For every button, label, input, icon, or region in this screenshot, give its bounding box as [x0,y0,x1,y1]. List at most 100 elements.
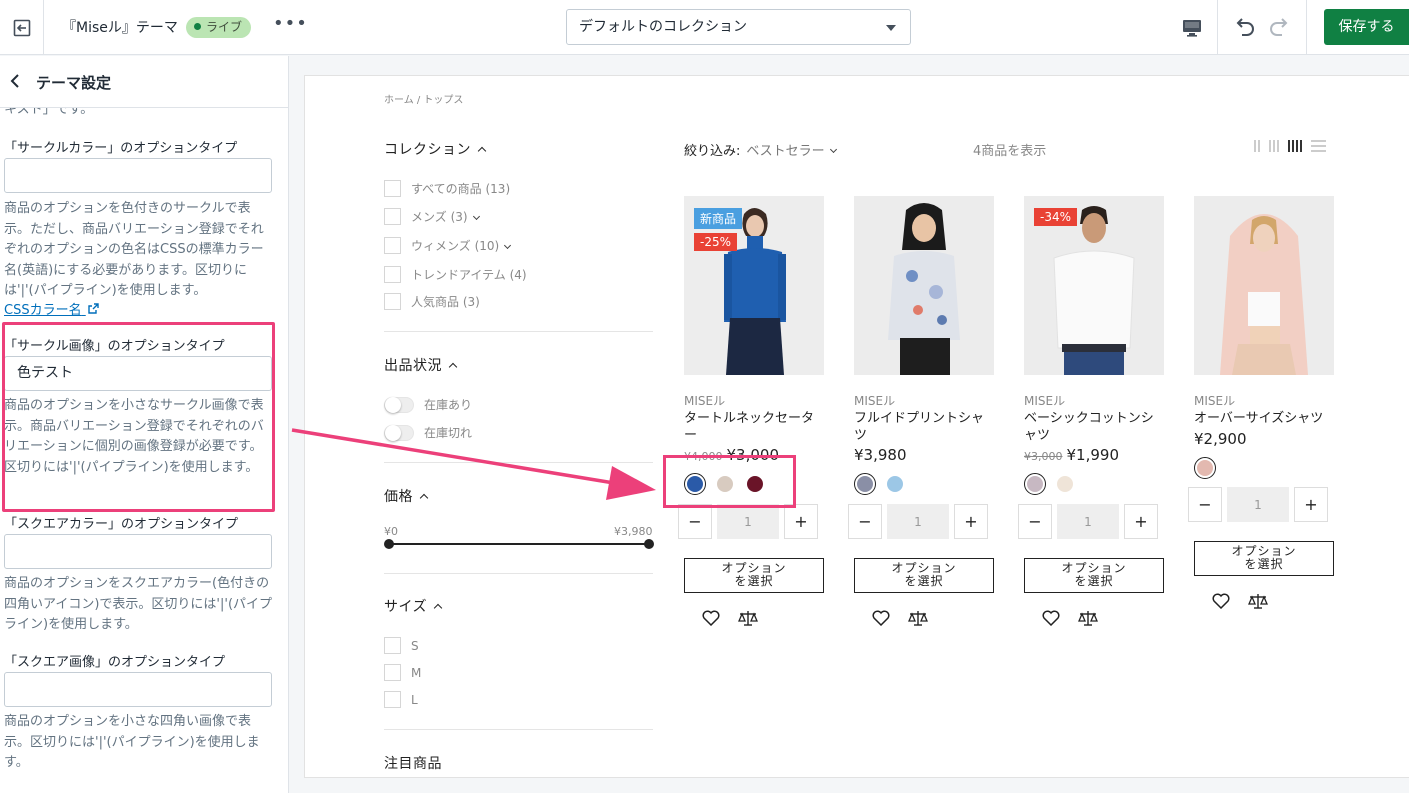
toggle-knob [385,424,401,441]
product-image[interactable]: -34% [1024,196,1164,375]
quantity-plus-button[interactable]: + [784,504,818,539]
chevron-down-icon[interactable] [504,241,512,250]
checkbox[interactable] [384,293,401,310]
filter-item-label: メンズ (3) [411,210,468,224]
checkbox[interactable] [384,266,401,283]
product-title[interactable]: タートルネックセーター [684,410,824,444]
product-title[interactable]: ベーシックコットンシャツ [1024,410,1164,444]
filter-size-item[interactable]: S [384,637,419,654]
wishlist-heart-icon[interactable] [1042,610,1060,626]
checkbox[interactable] [384,664,401,681]
undo-button[interactable] [1230,14,1258,42]
product-image[interactable]: 新商品 -25% [684,196,824,375]
list-view-icon[interactable] [1311,140,1326,152]
filter-collection-toggle[interactable]: コレクション [384,139,487,159]
compare-scale-icon[interactable] [1078,610,1098,626]
filter-collection-item[interactable]: ウィメンズ (10) [384,237,512,254]
filter-size-item[interactable]: M [384,664,421,681]
css-color-names-link[interactable]: CSSカラー名 [4,299,99,318]
out-of-stock-toggle-row[interactable]: 在庫切れ [384,424,472,441]
filter-collection-item[interactable]: メンズ (3) [384,208,480,225]
variant-swatch[interactable] [1054,473,1076,495]
select-options-button[interactable]: オプション を選択 [1024,558,1164,593]
grid-3-icon[interactable] [1269,140,1279,152]
compare-scale-icon[interactable] [738,610,758,626]
grid-2-icon[interactable] [1254,140,1260,152]
variant-swatch[interactable] [1024,473,1046,495]
filter-size-toggle[interactable]: サイズ [384,596,443,616]
variant-swatch[interactable] [884,473,906,495]
more-actions-button[interactable]: ••• [273,13,308,34]
filter-collection-item[interactable]: トレンドアイテム (4) [384,266,527,283]
variant-swatch[interactable] [854,473,876,495]
chevron-down-icon[interactable] [472,212,480,221]
back-chevron-icon[interactable] [8,72,24,90]
quantity-input[interactable]: 1 [717,504,779,539]
sort-dropdown[interactable]: 絞り込み: ベストセラー [684,140,837,159]
checkbox[interactable] [384,208,401,225]
theme-name: 『Miseル』テーマ [62,20,178,36]
collection-select[interactable]: デフォルトのコレクション [566,9,911,45]
select-options-button[interactable]: オプション を選択 [854,558,994,593]
product-title[interactable]: フルイドプリントシャツ [854,410,994,444]
filter-collection-item[interactable]: 人気商品 (3) [384,293,480,310]
wishlist-heart-icon[interactable] [872,610,890,626]
redo-button[interactable] [1266,14,1294,42]
checkbox[interactable] [384,237,401,254]
circle-color-input[interactable] [4,158,272,193]
product-image[interactable] [854,196,994,375]
compare-scale-icon[interactable] [908,610,928,626]
product-image[interactable] [1194,196,1334,375]
in-stock-toggle-row[interactable]: 在庫あり [384,396,472,413]
quantity-plus-button[interactable]: + [1124,504,1158,539]
quantity-minus-button[interactable]: − [1018,504,1052,539]
checkbox[interactable] [384,180,401,197]
device-preview-button[interactable] [1166,0,1218,55]
save-button[interactable]: 保存する [1324,9,1409,45]
desktop-icon [1182,19,1201,37]
variant-swatch[interactable] [1194,457,1216,479]
filter-collection-item[interactable]: すべての商品 (13) [384,180,510,197]
quantity-input[interactable]: 1 [1227,487,1289,522]
quantity-input[interactable]: 1 [887,504,949,539]
product-vendor: MISEル [1194,394,1236,408]
chevron-up-icon [448,362,458,372]
variant-swatches [1194,457,1216,479]
live-dot-icon [194,23,201,30]
filter-size-item[interactable]: L [384,691,418,708]
checkbox[interactable] [384,637,401,654]
grid-4-icon[interactable] [1288,140,1302,152]
filter-price-toggle[interactable]: 価格 [384,486,429,506]
product-title[interactable]: オーバーサイズシャツ [1194,410,1334,427]
quantity-plus-button[interactable]: + [954,504,988,539]
square-image-input[interactable] [4,672,272,707]
wishlist-heart-icon[interactable] [702,610,720,626]
square-image-label: 「スクエア画像」のオプションタイプ [4,655,226,670]
quantity-minus-button[interactable]: − [1188,487,1222,522]
out-of-stock-toggle[interactable] [384,424,414,441]
filter-stock-toggle[interactable]: 出品状況 [384,355,458,375]
compare-scale-icon[interactable] [1248,593,1268,609]
price-range-track[interactable] [389,543,650,545]
price-max-handle[interactable] [644,539,654,549]
square-color-label: 「スクエアカラー」のオプションタイプ [4,517,239,532]
filter-item-label: S [411,638,419,653]
quantity-minus-button[interactable]: − [678,504,712,539]
select-options-button[interactable]: オプション を選択 [684,558,824,593]
model-photo-4 [1194,196,1334,375]
exit-button[interactable] [0,0,44,55]
price-min-handle[interactable] [384,539,394,549]
sale-price: ¥3,980 [854,446,907,464]
select-options-button[interactable]: オプション を選択 [1194,541,1334,576]
wishlist-heart-icon[interactable] [1212,593,1230,609]
in-stock-toggle[interactable] [384,396,414,413]
checkbox[interactable] [384,691,401,708]
quantity-input[interactable]: 1 [1057,504,1119,539]
product-actions [702,610,758,626]
square-color-input[interactable] [4,534,272,569]
sort-value: ベストセラー [746,144,825,159]
quantity-minus-button[interactable]: − [848,504,882,539]
quantity-plus-button[interactable]: + [1294,487,1328,522]
filter-featured-title[interactable]: 注目商品 [384,753,442,773]
variant-swatches [1024,473,1076,495]
